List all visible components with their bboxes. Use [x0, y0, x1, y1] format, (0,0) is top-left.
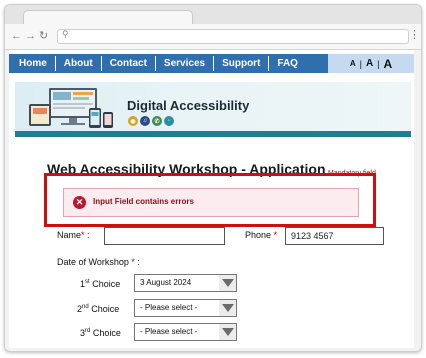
text-size-controls: A | A | A	[328, 54, 414, 73]
site-banner: Digital Accessibility ◉ ♫ ✆ ◦	[15, 82, 411, 137]
name-field[interactable]	[104, 227, 225, 245]
tab-strip	[5, 5, 421, 25]
browser-toolbar: ← → ↻ ⚲ ⋮	[5, 24, 421, 50]
banner-stripe	[15, 131, 411, 137]
reload-icon[interactable]: ↻	[39, 28, 48, 44]
phone-field[interactable]: 9123 4567	[285, 227, 384, 245]
choice-1-select[interactable]: 3 August 2024	[134, 274, 237, 292]
date-label: Date of Workshop * :	[57, 257, 140, 267]
nav-contact[interactable]: Contact	[102, 56, 156, 71]
phone-icon: ✆	[152, 116, 162, 126]
nav-services[interactable]: Services	[156, 56, 215, 71]
chevron-down-icon	[219, 275, 236, 291]
choice-3-label: 3rd Choice	[80, 328, 121, 338]
text-size-small[interactable]: A	[348, 59, 358, 68]
banner-title: Digital Accessibility	[127, 98, 250, 113]
devices-illustration-icon	[29, 88, 113, 128]
menu-dots-icon[interactable]: ⋮	[409, 28, 420, 41]
error-highlight-frame	[44, 173, 376, 227]
search-icon: ⚲	[62, 29, 69, 39]
browser-window: ← → ↻ ⚲ ⋮ Home About Contact Services Su…	[4, 4, 422, 352]
browser-tab[interactable]	[23, 10, 193, 25]
choice-1-label: 1st Choice	[80, 279, 121, 289]
text-size-large[interactable]: A	[382, 57, 395, 71]
accessibility-icons: ◉ ♫ ✆ ◦	[128, 116, 174, 126]
eye-icon: ◉	[128, 116, 138, 126]
ear-icon: ◦	[164, 116, 174, 126]
name-label: Name* :	[57, 230, 90, 240]
phone-label: Phone *	[245, 230, 278, 240]
back-arrow-icon[interactable]: ←	[11, 28, 22, 44]
nav-about[interactable]: About	[56, 56, 102, 71]
main-nav: Home About Contact Services Support FAQ …	[9, 54, 414, 73]
audio-icon: ♫	[140, 116, 150, 126]
choice-3-select[interactable]: - Please select -	[134, 323, 237, 341]
choice-2-label: 2nd Choice	[77, 304, 120, 314]
choice-2-select[interactable]: - Please select -	[134, 299, 237, 317]
nav-home[interactable]: Home	[9, 56, 56, 71]
nav-faq[interactable]: FAQ	[269, 56, 306, 71]
web-page: Home About Contact Services Support FAQ …	[9, 50, 414, 348]
nav-support[interactable]: Support	[214, 56, 270, 71]
chevron-down-icon	[219, 300, 236, 316]
address-bar[interactable]: ⚲	[57, 29, 409, 44]
forward-arrow-icon[interactable]: →	[25, 28, 36, 44]
chevron-down-icon	[219, 324, 236, 340]
text-size-medium[interactable]: A	[364, 58, 375, 69]
